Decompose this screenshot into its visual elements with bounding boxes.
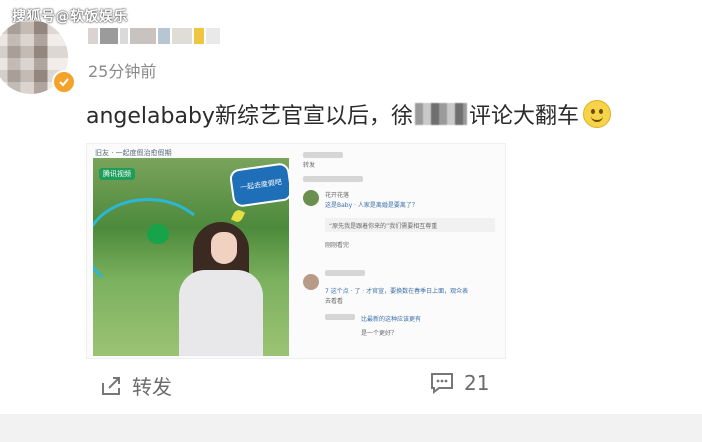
comment-name: 花开花落 [325, 192, 350, 199]
vip-badge-icon [52, 70, 76, 94]
username-blurred [88, 28, 238, 44]
comment-text: 这是Baby · 人家是离婚是要离了？ [325, 202, 418, 209]
comment-button[interactable]: 21 [430, 371, 489, 395]
comment-blur [303, 176, 363, 182]
share-button[interactable]: 转发 [100, 371, 172, 400]
comment-blur [325, 314, 355, 320]
share-icon [100, 375, 122, 397]
comment-blur [303, 152, 343, 158]
post-text-after: 评论大翻车 [468, 104, 579, 129]
comment-quote-text: “原先我是跟着你来的”我们需要相互尊重 [329, 223, 438, 230]
photo: 腾讯视频 一起去度假吧 [93, 158, 289, 356]
comment-reply-action: 转发 [303, 162, 316, 169]
comments-thread: 转发 花开花落 这是Baby · 人家是离婚是要离了？ “原先我是跟着你来的”我… [301, 144, 505, 358]
comment-text: 7 这个点 · 了 · 才官宣，要换数在春季日上面，观众表 [325, 288, 469, 295]
embedded-image[interactable]: 旧友 · 一起度假治愈假期 腾讯视频 一起去度假吧 转发 花开花落 这是Baby… [86, 143, 506, 359]
show-logo: 一起去度假吧 [228, 162, 289, 208]
woman-coat [179, 270, 263, 356]
comment-blur [325, 270, 365, 276]
comment-count: 21 [464, 371, 490, 395]
post-text-before: angelababy新综艺官宣以后，徐 [86, 104, 413, 129]
bottom-divider [0, 414, 702, 442]
post-time: 25分钟前 [88, 62, 157, 81]
embed-caption: 旧友 · 一起度假治愈假期 [95, 149, 172, 157]
photo-tag: 腾讯视频 [99, 168, 135, 180]
comment-avatar [303, 190, 319, 206]
comment-icon [430, 372, 454, 395]
comment-tail: 刚刚看完 [325, 242, 350, 249]
woman-face [211, 232, 237, 264]
green-bubble-icon [147, 224, 169, 244]
post-text: angelababy新综艺官宣以后，徐 评论大翻车 [86, 98, 611, 130]
comment-tail: 是一个更好？ [361, 330, 398, 337]
comment-tail: 去看看 [325, 298, 344, 305]
comment-text: 比最新的这种应该更有 [361, 316, 422, 323]
censor-block [414, 103, 467, 125]
smile-emoji-icon [582, 100, 611, 128]
leaf-icon [230, 208, 246, 224]
comment-avatar [303, 274, 319, 290]
share-label: 转发 [132, 375, 172, 399]
